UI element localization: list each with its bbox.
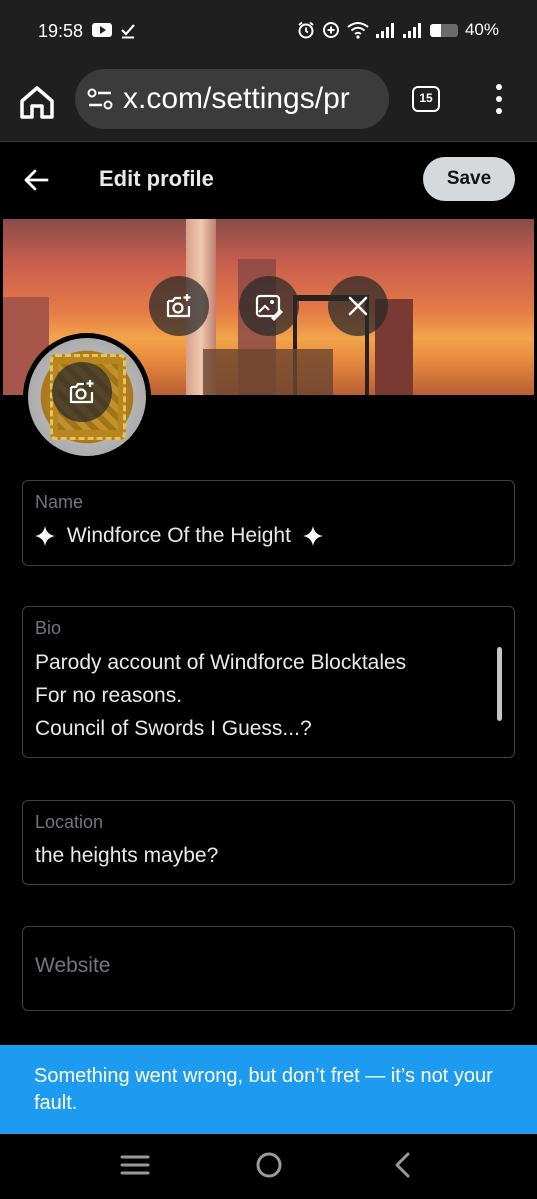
banner-edit-photo-button[interactable]: [239, 276, 299, 336]
address-bar[interactable]: x.com/settings/pr: [75, 69, 389, 129]
tab-switcher-button[interactable]: 15: [412, 86, 440, 112]
name-field[interactable]: Name Windforce Of the Height: [22, 480, 515, 566]
signal-icon: [375, 23, 394, 38]
battery-percent: 40%: [464, 20, 499, 39]
more-vert-icon[interactable]: [484, 84, 514, 114]
bio-line[interactable]: For no reasons.: [35, 684, 182, 708]
name-value: Windforce Of the Height: [66, 524, 291, 548]
page-title: Edit profile: [99, 166, 214, 191]
banner-platform: [203, 349, 333, 395]
error-toast[interactable]: Something went wrong, but don’t fret — i…: [0, 1045, 537, 1134]
download-done-icon: [121, 24, 135, 39]
avatar-add-photo-button[interactable]: [52, 362, 112, 422]
avatar[interactable]: [23, 333, 151, 461]
browser-toolbar: x.com/settings/pr: [0, 62, 537, 142]
data-saver-icon: [322, 22, 339, 38]
nav-back-icon[interactable]: [383, 1148, 423, 1182]
name-label: Name: [35, 492, 84, 512]
location-field[interactable]: Location the heights maybe?: [22, 800, 515, 885]
add-photo-icon: [69, 380, 94, 404]
arrow-left-icon[interactable]: [20, 165, 52, 195]
status-time: 19:58: [38, 21, 84, 41]
home-icon[interactable]: [18, 84, 56, 120]
edit-profile-header: Edit profile Save: [0, 143, 537, 217]
wifi-icon: [347, 22, 369, 39]
signal-icon-2: [402, 23, 421, 38]
bio-label: Bio: [35, 618, 62, 638]
tune-icon[interactable]: [87, 87, 113, 111]
website-label: Website: [35, 954, 111, 977]
sparkle-icon: [302, 526, 323, 547]
name-input[interactable]: Windforce Of the Height: [35, 524, 323, 548]
battery-icon: [429, 23, 458, 37]
bio-field[interactable]: Bio Parody account of Windforce Blocktal…: [22, 606, 515, 758]
youtube-icon: [92, 23, 112, 37]
banner-add-photo-button[interactable]: [149, 276, 209, 336]
bio-line[interactable]: Parody account of Windforce Blocktales: [35, 651, 406, 675]
sparkle-icon: [35, 526, 55, 547]
close-icon: [348, 296, 368, 316]
location-input[interactable]: the heights maybe?: [35, 844, 218, 868]
bio-line[interactable]: Council of Swords I Guess...?: [35, 717, 312, 741]
toast-message: Something went wrong, but don’t fret — i…: [34, 1065, 493, 1114]
status-notifications: [92, 21, 136, 39]
edit-photo-icon: [255, 294, 283, 321]
add-photo-icon: [166, 294, 191, 318]
bio-scrollbar[interactable]: [497, 647, 502, 721]
url-text[interactable]: x.com/settings/pr: [123, 82, 350, 116]
recents-icon[interactable]: [115, 1148, 155, 1182]
website-field[interactable]: Website: [22, 926, 515, 1011]
system-nav-bar: [0, 1134, 537, 1199]
status-system-icons: 40%: [297, 20, 499, 40]
status-bar: 19:58 40%: [0, 0, 537, 62]
nav-home-icon[interactable]: [249, 1148, 289, 1182]
url-fade: [359, 69, 389, 129]
alarm-icon: [298, 21, 314, 39]
location-label: Location: [35, 812, 104, 832]
save-button[interactable]: Save: [423, 157, 515, 201]
banner-remove-photo-button[interactable]: [328, 276, 388, 336]
